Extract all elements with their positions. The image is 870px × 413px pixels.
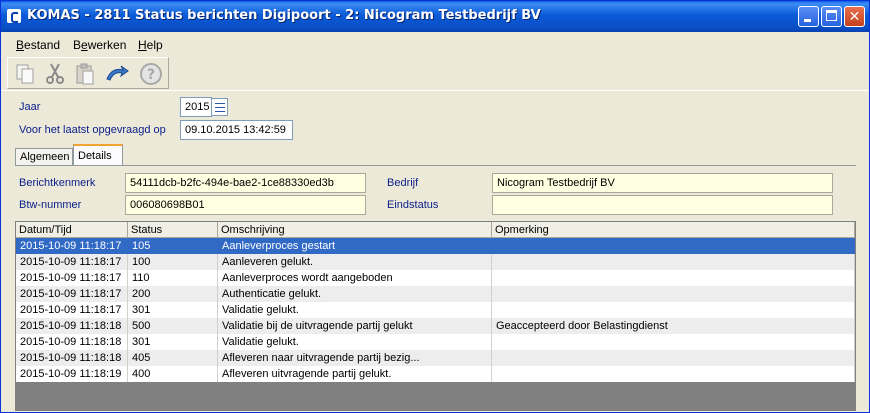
- cell-datum: 2015-10-09 11:18:18: [16, 350, 128, 366]
- cell-omschrijving: Aanleverproces wordt aangeboden: [218, 270, 492, 286]
- jaar-input[interactable]: 2015: [180, 97, 212, 117]
- column-header-status[interactable]: Status: [128, 222, 218, 238]
- cut-icon[interactable]: [42, 61, 68, 87]
- table-row[interactable]: 2015-10-09 11:18:18 405 Afleveren naar uit…: [16, 350, 855, 366]
- cell-opmerking: [492, 286, 855, 302]
- column-header-opmerking[interactable]: Opmerking: [492, 222, 855, 238]
- copy-icon[interactable]: [12, 61, 38, 87]
- cell-datum: 2015-10-09 11:18:18: [16, 334, 128, 350]
- btw-nummer-field: 006080698B01: [125, 195, 366, 215]
- jaar-picker-button[interactable]: [211, 98, 228, 116]
- berichtkenmerk-label: Berichtkenmerk: [19, 177, 96, 189]
- cell-status: 301: [128, 334, 218, 350]
- komas-app-icon[interactable]: [7, 9, 21, 23]
- cell-status: 110: [128, 270, 218, 286]
- title-bar[interactable]: KOMAS - 2811 Status berichten Digipoort …: [1, 1, 869, 32]
- column-header-datum[interactable]: Datum/Tijd: [16, 222, 128, 238]
- cell-datum: 2015-10-09 11:18:18: [16, 318, 128, 334]
- cell-opmerking: [492, 302, 855, 318]
- cell-omschrijving: Aanleveren gelukt.: [218, 254, 492, 270]
- close-button[interactable]: ✕: [844, 6, 865, 27]
- table-row[interactable]: 2015-10-09 11:18:17 105 Aanleverproces ges…: [16, 238, 855, 254]
- cell-status: 405: [128, 350, 218, 366]
- cell-status: 100: [128, 254, 218, 270]
- cell-status: 200: [128, 286, 218, 302]
- berichtkenmerk-field: 54111dcb-b2fc-494e-bae2-1ce88330ed3b: [125, 173, 366, 193]
- laatst-opgevraagd-field: 09.10.2015 13:42:59: [180, 120, 293, 140]
- jaar-label: Jaar: [19, 101, 41, 113]
- eindstatus-label: Eindstatus: [387, 199, 439, 211]
- cell-opmerking: [492, 238, 855, 254]
- cell-opmerking: [492, 366, 855, 382]
- tab-divider: [15, 165, 856, 166]
- table-row[interactable]: 2015-10-09 11:18:17 110 Aanleverproces wor…: [16, 270, 855, 286]
- menu-bewerken[interactable]: Bewerken: [73, 38, 126, 52]
- cell-status: 301: [128, 302, 218, 318]
- tab-algemeen[interactable]: Algemeen: [15, 148, 73, 166]
- cell-status: 105: [128, 238, 218, 254]
- eindstatus-field: [492, 195, 833, 215]
- toolbar-divider: [1, 90, 869, 91]
- cell-opmerking: [492, 254, 855, 270]
- table-row[interactable]: 2015-10-09 11:18:18 500 Validatie bij de u…: [16, 318, 855, 334]
- table-row[interactable]: 2015-10-09 11:18:17 200 Authenticatie gelu…: [16, 286, 855, 302]
- close-icon: ✕: [848, 8, 861, 24]
- table-header: Datum/Tijd Status Omschrijving Opmerking: [16, 222, 855, 238]
- cell-opmerking: [492, 270, 855, 286]
- main-window: KOMAS - 2811 Status berichten Digipoort …: [0, 0, 870, 413]
- paste-icon[interactable]: [72, 61, 98, 87]
- cell-datum: 2015-10-09 11:18:17: [16, 254, 128, 270]
- cell-omschrijving: Validatie gelukt.: [218, 334, 492, 350]
- status-table[interactable]: Datum/Tijd Status Omschrijving Opmerking…: [15, 221, 856, 411]
- cell-datum: 2015-10-09 11:18:17: [16, 238, 128, 254]
- svg-text:?: ?: [147, 67, 155, 83]
- cell-omschrijving: Afleveren uitvragende partij gelukt.: [218, 366, 492, 382]
- cell-opmerking: Geaccepteerd door Belastingdienst: [492, 318, 855, 334]
- cell-opmerking: [492, 350, 855, 366]
- help-icon[interactable]: ?: [138, 61, 164, 87]
- toolbar: ?: [7, 57, 169, 89]
- maximize-icon: [826, 10, 837, 21]
- refresh-icon[interactable]: [104, 61, 130, 87]
- minimize-button[interactable]: [798, 6, 819, 27]
- menu-bar: Bestand Bewerken Help: [1, 34, 869, 56]
- menu-bestand[interactable]: Bestand: [16, 38, 60, 52]
- maximize-button[interactable]: [821, 6, 842, 27]
- cell-omschrijving: Validatie bij de uitvragende partij gelu…: [218, 318, 492, 334]
- tab-details[interactable]: Details: [73, 144, 123, 166]
- btw-nummer-label: Btw-nummer: [19, 199, 82, 211]
- menu-help[interactable]: Help: [138, 38, 163, 52]
- cell-status: 400: [128, 366, 218, 382]
- table-row[interactable]: 2015-10-09 11:18:17 100 Aanleveren gelukt.: [16, 254, 855, 270]
- table-row[interactable]: 2015-10-09 11:18:19 400 Afleveren uitvrage…: [16, 366, 855, 382]
- cell-omschrijving: Authenticatie gelukt.: [218, 286, 492, 302]
- table-row[interactable]: 2015-10-09 11:18:18 301 Validatie gelukt.: [16, 334, 855, 350]
- bedrijf-field: Nicogram Testbedrijf BV: [492, 173, 833, 193]
- cell-datum: 2015-10-09 11:18:19: [16, 366, 128, 382]
- cell-omschrijving: Afleveren naar uitvragende partij bezig.…: [218, 350, 492, 366]
- bedrijf-label: Bedrijf: [387, 177, 419, 189]
- table-row[interactable]: 2015-10-09 11:18:17 301 Validatie gelukt.: [16, 302, 855, 318]
- minimize-icon: [804, 19, 811, 22]
- column-header-omschrijving[interactable]: Omschrijving: [218, 222, 492, 238]
- laatst-opgevraagd-label: Voor het laatst opgevraagd op: [19, 124, 166, 136]
- cell-datum: 2015-10-09 11:18:17: [16, 270, 128, 286]
- cell-datum: 2015-10-09 11:18:17: [16, 286, 128, 302]
- cell-opmerking: [492, 334, 855, 350]
- cell-omschrijving: Validatie gelukt.: [218, 302, 492, 318]
- cell-omschrijving: Aanleverproces gestart: [218, 238, 492, 254]
- window-title: KOMAS - 2811 Status berichten Digipoort …: [27, 8, 541, 23]
- cell-datum: 2015-10-09 11:18:17: [16, 302, 128, 318]
- cell-status: 500: [128, 318, 218, 334]
